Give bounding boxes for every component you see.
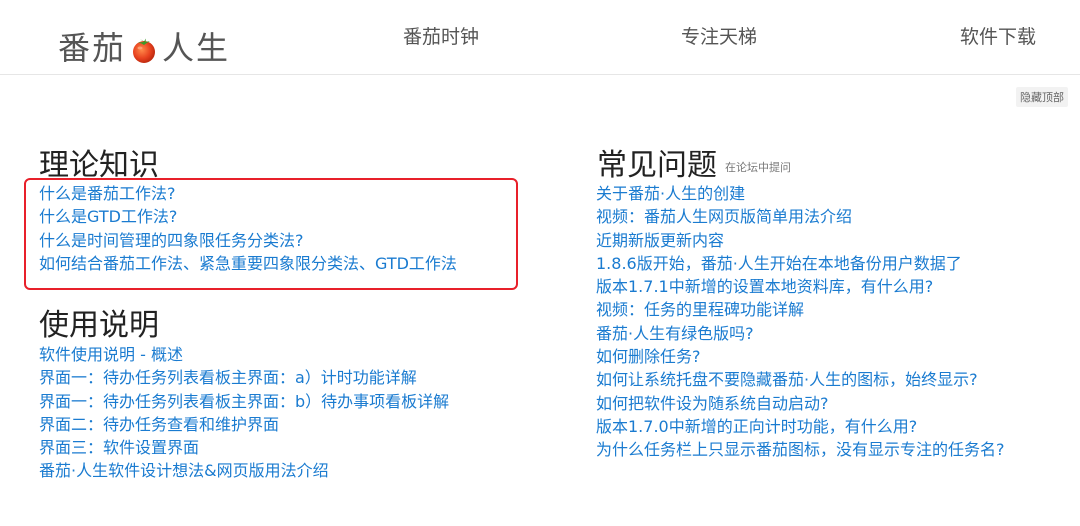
faq-section-title: 常见问题 在论坛中提问 bbox=[597, 140, 791, 184]
usage-link[interactable]: 软件使用说明 - 概述 bbox=[39, 345, 183, 364]
usage-link[interactable]: 界面二：待办任务查看和维护界面 bbox=[39, 415, 279, 434]
nav-software-download[interactable]: 软件下载 bbox=[960, 22, 1036, 49]
list-item: 版本1.7.0中新增的正向计时功能，有什么用? bbox=[596, 415, 1005, 438]
list-item: 视频：番茄人生网页版简单用法介绍 bbox=[596, 205, 1005, 228]
list-item: 番茄·人生有绿色版吗? bbox=[596, 322, 1005, 345]
usage-link[interactable]: 界面一：待办任务列表看板主界面：a）计时功能详解 bbox=[39, 368, 417, 387]
list-item: 番茄·人生软件设计想法&网页版用法介绍 bbox=[39, 459, 449, 482]
tomato-icon bbox=[131, 33, 157, 63]
hide-top-button[interactable]: 隐藏顶部 bbox=[1016, 87, 1068, 107]
list-item: 关于番茄·人生的创建 bbox=[596, 182, 1005, 205]
list-item: 界面三：软件设置界面 bbox=[39, 436, 449, 459]
logo-text-left: 番茄 bbox=[58, 29, 127, 67]
faq-link[interactable]: 如何删除任务? bbox=[596, 347, 701, 366]
nav-tomato-clock[interactable]: 番茄时钟 bbox=[403, 22, 479, 49]
nav-focus-ladder[interactable]: 专注天梯 bbox=[681, 22, 757, 49]
faq-link[interactable]: 近期新版更新内容 bbox=[596, 231, 724, 250]
faq-link[interactable]: 番茄·人生有绿色版吗? bbox=[596, 324, 754, 343]
list-item: 版本1.7.1中新增的设置本地资料库，有什么用? bbox=[596, 275, 1005, 298]
faq-title-text: 常见问题 bbox=[597, 148, 717, 183]
usage-link[interactable]: 界面三：软件设置界面 bbox=[39, 438, 199, 457]
usage-link[interactable]: 番茄·人生软件设计想法&网页版用法介绍 bbox=[39, 461, 329, 480]
usage-section-title: 使用说明 bbox=[39, 308, 159, 343]
list-item: 1.8.6版开始，番茄·人生开始在本地备份用户数据了 bbox=[596, 252, 1005, 275]
faq-link[interactable]: 版本1.7.0中新增的正向计时功能，有什么用? bbox=[596, 417, 917, 436]
usage-link-list: 软件使用说明 - 概述 界面一：待办任务列表看板主界面：a）计时功能详解 界面一… bbox=[39, 343, 449, 483]
site-logo[interactable]: 番茄 人生 bbox=[58, 26, 231, 67]
logo-text-right: 人生 bbox=[162, 29, 231, 67]
faq-link-list: 关于番茄·人生的创建 视频：番茄人生网页版简单用法介绍 近期新版更新内容 1.8… bbox=[596, 182, 1005, 462]
usage-link[interactable]: 界面一：待办任务列表看板主界面：b）待办事项看板详解 bbox=[39, 392, 449, 411]
list-item: 近期新版更新内容 bbox=[596, 229, 1005, 252]
list-item: 为什么任务栏上只显示番茄图标，没有显示专注的任务名? bbox=[596, 438, 1005, 461]
list-item: 界面一：待办任务列表看板主界面：a）计时功能详解 bbox=[39, 366, 449, 389]
faq-link[interactable]: 如何让系统托盘不要隐藏番茄·人生的图标，始终显示? bbox=[596, 370, 978, 389]
faq-link[interactable]: 版本1.7.1中新增的设置本地资料库，有什么用? bbox=[596, 277, 933, 296]
ask-in-forum-link[interactable]: 在论坛中提问 bbox=[725, 161, 791, 174]
list-item: 界面一：待办任务列表看板主界面：b）待办事项看板详解 bbox=[39, 390, 449, 413]
list-item: 视频：任务的里程碑功能详解 bbox=[596, 298, 1005, 321]
top-navigation-bar: 番茄 人生 番茄时钟 专注天梯 软件下载 bbox=[0, 0, 1080, 75]
faq-link[interactable]: 1.8.6版开始，番茄·人生开始在本地备份用户数据了 bbox=[596, 254, 962, 273]
faq-link[interactable]: 如何把软件设为随系统自动启动? bbox=[596, 394, 829, 413]
list-item: 界面二：待办任务查看和维护界面 bbox=[39, 413, 449, 436]
faq-link[interactable]: 关于番茄·人生的创建 bbox=[596, 184, 745, 203]
list-item: 如何删除任务? bbox=[596, 345, 1005, 368]
red-highlight-box bbox=[24, 178, 518, 290]
list-item: 如何让系统托盘不要隐藏番茄·人生的图标，始终显示? bbox=[596, 368, 1005, 391]
faq-link[interactable]: 为什么任务栏上只显示番茄图标，没有显示专注的任务名? bbox=[596, 440, 1005, 459]
faq-link[interactable]: 视频：番茄人生网页版简单用法介绍 bbox=[596, 207, 852, 226]
faq-link[interactable]: 视频：任务的里程碑功能详解 bbox=[596, 300, 804, 319]
list-item: 如何把软件设为随系统自动启动? bbox=[596, 392, 1005, 415]
list-item: 软件使用说明 - 概述 bbox=[39, 343, 449, 366]
